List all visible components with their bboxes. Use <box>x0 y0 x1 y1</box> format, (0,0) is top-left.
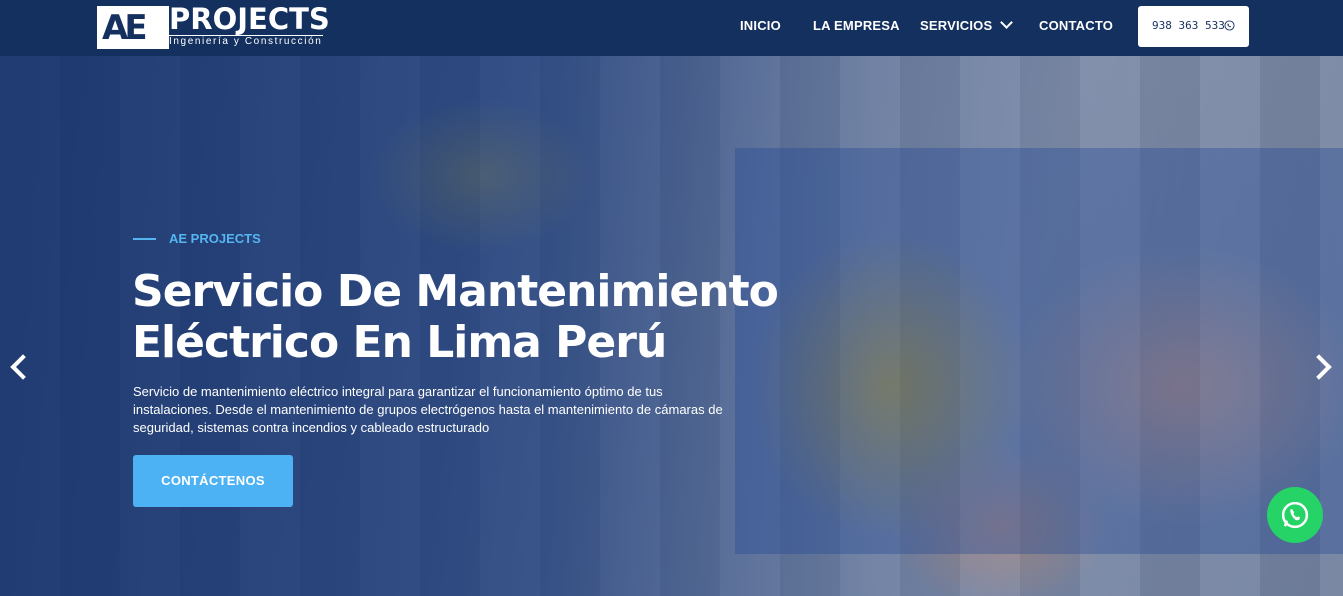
whatsapp-icon <box>1224 20 1235 31</box>
nav-item-servicios-label: SERVICIOS <box>920 18 993 33</box>
logo-mark: AE <box>97 6 169 49</box>
whatsapp-icon <box>1281 501 1309 529</box>
logo[interactable]: AE PROJECTS Ingeniería y Construcción <box>97 2 330 49</box>
nav-item-contacto[interactable]: CONTACTO <box>1039 18 1113 33</box>
eyebrow-line <box>133 238 156 240</box>
logo-name: PROJECTS <box>169 2 330 36</box>
hero-description: Servicio de mantenimiento eléctrico inte… <box>133 384 723 435</box>
logo-tagline: Ingeniería y Construcción <box>169 36 323 47</box>
hero-slider: AE PROJECTS Servicio De Mantenimiento El… <box>0 56 1343 596</box>
nav-item-inicio[interactable]: INICIO <box>740 18 781 33</box>
hero-eyebrow: AE PROJECTS <box>169 231 261 246</box>
nav-item-la-empresa[interactable]: LA EMPRESA <box>813 18 900 33</box>
chevron-down-icon <box>1000 16 1014 29</box>
contact-button[interactable]: CONTÁCTENOS <box>133 455 293 507</box>
phone-button[interactable]: 938 363 533 <box>1138 6 1249 47</box>
phone-number: 938 363 533 <box>1152 19 1225 32</box>
logo-mark-text: AE <box>102 8 148 48</box>
hero-title-line-1: Servicio De Mantenimiento <box>132 266 779 317</box>
page: AE PROJECTS Ingeniería y Construcción IN… <box>0 0 1343 596</box>
hero-title-line-2: Eléctrico En Lima Perú <box>132 317 667 368</box>
nav-item-servicios[interactable]: SERVICIOS <box>920 16 1014 33</box>
whatsapp-float-button[interactable] <box>1267 487 1323 543</box>
site-header: AE PROJECTS Ingeniería y Construcción IN… <box>0 0 1343 56</box>
hero-title: Servicio De Mantenimiento Eléctrico En L… <box>132 266 832 368</box>
